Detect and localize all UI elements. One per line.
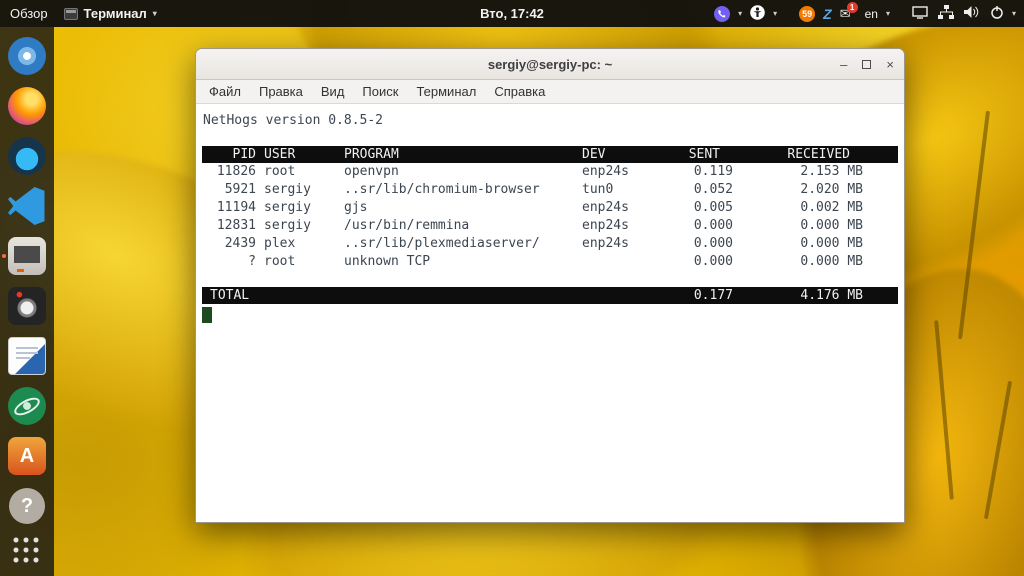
window-title: sergiy@sergiy-pc: ~ [196, 57, 904, 72]
dock-item-terminal[interactable] [6, 235, 48, 277]
display-icon [912, 6, 928, 19]
power-icon [990, 5, 1004, 19]
a-app-icon: A [8, 437, 46, 475]
table-row: 11194sergiygjsenp24s0.0050.002 MB [202, 199, 898, 217]
dock-item-messenger[interactable] [6, 135, 48, 177]
nethogs-table: PID USER PROGRAM DEV SENT RECEIVED 11826… [202, 146, 898, 304]
dock-item-a-app[interactable]: A [6, 435, 48, 477]
header-received: RECEIVED [738, 146, 868, 163]
table-row: 5921sergiy..sr/lib/chromium-browsertun00… [202, 181, 898, 199]
dock-item-help[interactable]: ? [6, 485, 48, 527]
mail-indicator[interactable]: ✉ 1 [840, 6, 851, 22]
terminal-cursor [202, 307, 212, 323]
total-label: TOTAL [202, 287, 668, 304]
viber-indicator[interactable] [714, 6, 730, 22]
nethogs-rows: 11826rootopenvpnenp24s0.1192.153 MB5921s… [202, 163, 898, 271]
header-program: PROGRAM [344, 146, 582, 163]
accessibility-icon [750, 5, 765, 20]
header-sent: SENT [668, 146, 738, 163]
table-row: 12831sergiy/usr/bin/remminaenp24s0.0000.… [202, 217, 898, 235]
nethogs-version-line: NetHogs version 0.8.5-2 [196, 105, 904, 130]
language-indicator[interactable]: en [865, 7, 878, 21]
clock[interactable]: Вто, 17:42 [480, 6, 544, 21]
table-row: 2439plex..sr/lib/plexmediaserver/enp24s0… [202, 235, 898, 253]
app-menu[interactable]: Терминал ▾ [64, 6, 157, 21]
window-titlebar[interactable]: sergiy@sergiy-pc: ~ – × [196, 49, 904, 80]
mail-count-badge: 1 [847, 2, 858, 13]
header-user: USER [264, 146, 344, 163]
terminal-window: sergiy@sergiy-pc: ~ – × Файл Правка Вид … [195, 48, 905, 523]
total-row: TOTAL 0.177 4.176 MB [202, 287, 898, 304]
screen-share-indicator[interactable] [912, 6, 928, 22]
chevron-down-icon: ▾ [153, 10, 157, 18]
speaker-icon [964, 5, 980, 19]
help-icon: ? [9, 488, 45, 524]
chevron-down-icon: ▾ [1012, 10, 1016, 18]
header-pid: PID [202, 146, 264, 163]
menu-terminal[interactable]: Терминал [407, 80, 485, 103]
chevron-down-icon: ▾ [773, 10, 777, 18]
header-dev: DEV [582, 146, 668, 163]
maximize-button[interactable] [862, 58, 871, 71]
maximize-icon [862, 60, 871, 69]
table-row: ?rootunknown TCP0.0000.000 MB [202, 253, 898, 271]
atom-ring [12, 394, 43, 419]
menu-view[interactable]: Вид [312, 80, 354, 103]
chevron-down-icon: ▾ [738, 10, 742, 18]
atom-icon [8, 387, 46, 425]
app-menu-label: Терминал [84, 6, 147, 21]
menu-search[interactable]: Поиск [353, 80, 407, 103]
show-applications-button[interactable] [12, 536, 42, 566]
z-indicator-icon[interactable]: Z [823, 6, 832, 22]
messenger-icon [8, 137, 46, 175]
menu-edit[interactable]: Правка [250, 80, 312, 103]
network-indicator[interactable] [938, 5, 954, 22]
chevron-down-icon: ▾ [886, 10, 890, 18]
chromium-icon [8, 37, 46, 75]
close-button[interactable]: × [886, 58, 894, 71]
writer-document-icon [8, 337, 46, 375]
minimize-button[interactable]: – [840, 58, 847, 71]
total-received: 4.176 MB [738, 287, 868, 304]
power-indicator[interactable] [990, 5, 1004, 22]
volume-indicator[interactable] [964, 5, 980, 22]
terminal-icon [64, 8, 78, 20]
dock-item-writer[interactable] [6, 335, 48, 377]
menu-bar: Файл Правка Вид Поиск Терминал Справка [196, 80, 904, 104]
dock: A ? [0, 27, 54, 576]
table-row: 11826rootopenvpnenp24s0.1192.153 MB [202, 163, 898, 181]
menu-file[interactable]: Файл [200, 80, 250, 103]
top-bar: Обзор Терминал ▾ Вто, 17:42 ▾ ▾ 59 Z ✉ 1… [0, 0, 1024, 27]
activities-button[interactable]: Обзор [10, 6, 48, 21]
total-sent: 0.177 [668, 287, 738, 304]
accessibility-indicator[interactable] [750, 5, 765, 23]
dock-item-vscode[interactable] [6, 185, 48, 227]
ethernet-icon [938, 5, 954, 19]
terminal-app-icon [8, 237, 46, 275]
menu-help[interactable]: Справка [485, 80, 554, 103]
camera-icon [8, 287, 46, 325]
dock-item-firefox[interactable] [6, 85, 48, 127]
dock-item-chromium[interactable] [6, 35, 48, 77]
vscode-icon [8, 187, 46, 225]
table-header-row: PID USER PROGRAM DEV SENT RECEIVED [202, 146, 898, 163]
firefox-icon [8, 87, 46, 125]
phone-icon [717, 9, 727, 19]
notification-count-badge[interactable]: 59 [799, 6, 815, 22]
dock-item-atom[interactable] [6, 385, 48, 427]
dock-item-camera[interactable] [6, 285, 48, 327]
terminal-screen[interactable]: NetHogs version 0.8.5-2 PID USER PROGRAM… [196, 105, 904, 522]
